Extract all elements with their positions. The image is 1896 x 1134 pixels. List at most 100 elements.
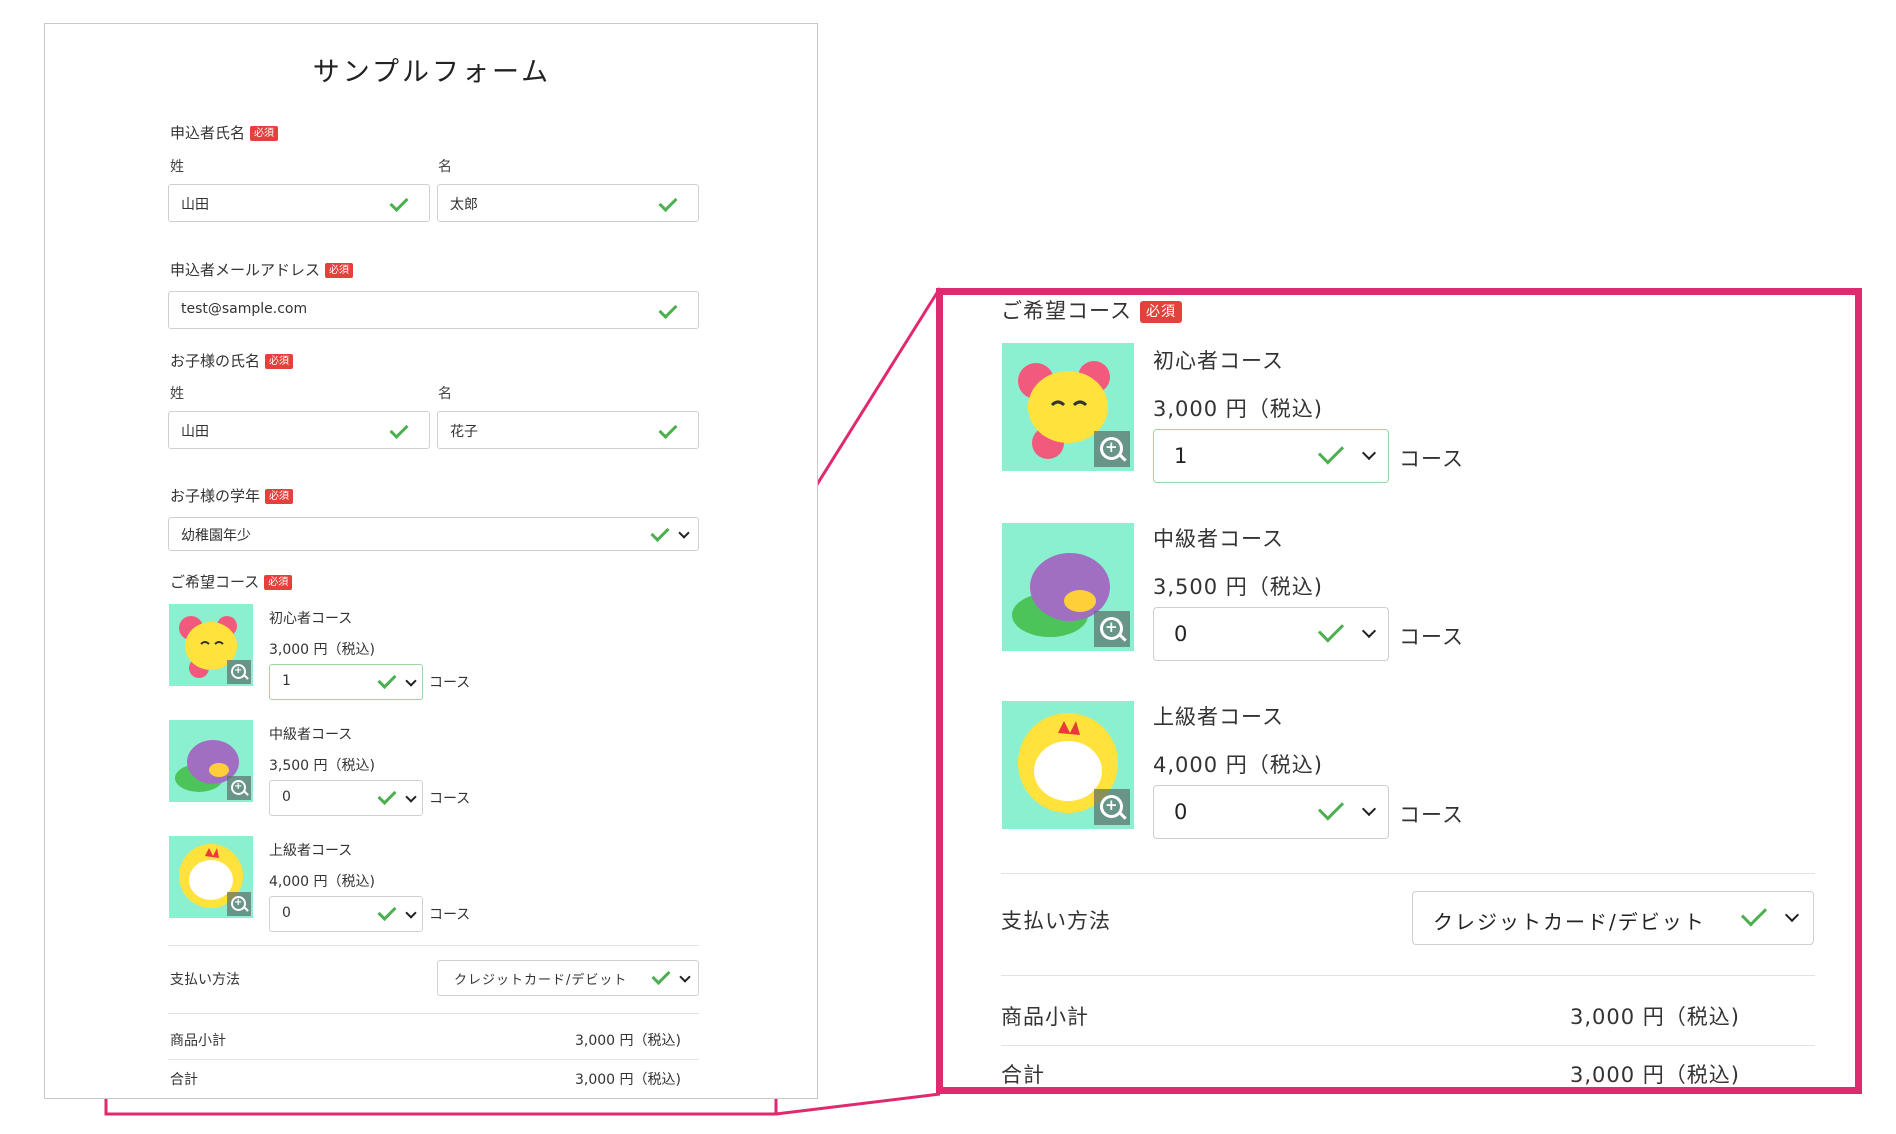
chevron-down-icon: [1361, 801, 1377, 817]
check-icon: [377, 669, 397, 690]
advanced-course-image[interactable]: +: [1002, 701, 1134, 829]
required-badge: 必須: [265, 489, 294, 504]
applicant-first-name-input[interactable]: 太郎: [437, 184, 699, 222]
check-icon: [658, 299, 678, 320]
child-name-label: お子様の氏名 必須: [170, 350, 294, 371]
check-icon: [1317, 438, 1345, 465]
chevron-down-icon: [678, 527, 690, 539]
select-value: 0: [1174, 800, 1188, 824]
course-price: 3,000 円（税込): [269, 642, 375, 658]
child-last-name-input[interactable]: 山田: [168, 411, 430, 449]
field-value: 山田: [181, 197, 209, 213]
divider: [168, 945, 699, 946]
course-name: 上級者コース: [1153, 705, 1284, 729]
course-unit: コース: [429, 791, 471, 807]
required-badge: 必須: [1139, 301, 1182, 323]
select-value: 1: [282, 673, 291, 689]
advanced-course-qty-select[interactable]: 0: [269, 896, 423, 932]
course-unit: コース: [429, 675, 471, 691]
intermediate-course-qty-select[interactable]: 0: [269, 780, 423, 816]
course-price: 3,000 円（税込): [1153, 397, 1323, 421]
applicant-email-input[interactable]: test@sample.com: [168, 291, 699, 329]
divider: [1001, 1045, 1815, 1046]
applicant-last-name-input[interactable]: 山田: [168, 184, 430, 222]
course-unit: コース: [1399, 803, 1464, 827]
course-name: 初心者コース: [1153, 349, 1284, 373]
check-icon: [377, 901, 397, 922]
check-icon: [1317, 794, 1345, 821]
zoom-in-icon[interactable]: +: [1094, 789, 1130, 825]
course-unit: コース: [1399, 447, 1464, 471]
select-value: 0: [1174, 622, 1188, 646]
chevron-down-icon: [1361, 445, 1377, 461]
check-icon: [389, 419, 409, 440]
zoom-in-icon[interactable]: +: [1094, 611, 1130, 647]
payment-label: 支払い方法: [170, 972, 240, 988]
chevron-down-icon: [1784, 907, 1800, 923]
subtotal-value: 3,000 円（税込): [1570, 1005, 1740, 1029]
check-icon: [389, 192, 409, 213]
zoom-in-icon[interactable]: +: [1094, 431, 1130, 467]
divider: [1001, 873, 1815, 874]
course-price: 3,500 円（税込): [1153, 575, 1323, 599]
check-icon: [658, 192, 678, 213]
check-icon: [650, 522, 670, 543]
divider: [168, 1013, 699, 1014]
zoomed-course-section: ご希望コース 必須 + 初心者コース 3,000 円（税込) 1 コース + 中級…: [936, 288, 1862, 1094]
advanced-course-qty-select[interactable]: 0: [1153, 785, 1389, 839]
applicant-email-label: 申込者メールアドレス 必須: [170, 259, 354, 280]
select-value: 0: [282, 905, 291, 921]
course-label: ご希望コース 必須: [170, 571, 293, 592]
total-value: 3,000 円（税込): [575, 1072, 681, 1088]
total-label: 合計: [1001, 1063, 1045, 1087]
sample-form: サンプルフォーム 申込者氏名 必須 姓 名 山田 太郎 申込者メールアドレス 必須 …: [44, 23, 818, 1099]
child-grade-label-text: お子様の学年: [170, 487, 261, 505]
child-name-label-text: お子様の氏名: [170, 352, 261, 370]
chevron-down-icon: [405, 907, 417, 919]
payment-method-select[interactable]: クレジットカード/デビット: [1412, 891, 1814, 945]
required-badge: 必須: [250, 126, 279, 141]
intermediate-course-image[interactable]: +: [169, 720, 253, 802]
child-first-name-input[interactable]: 花子: [437, 411, 699, 449]
check-icon: [1740, 900, 1768, 927]
total-label: 合計: [170, 1072, 198, 1088]
child-last-name-label: 姓: [170, 386, 184, 402]
field-value: 花子: [450, 424, 478, 440]
intermediate-course-qty-select[interactable]: 0: [1153, 607, 1389, 661]
first-name-label: 名: [438, 159, 452, 175]
beginner-course-qty-select[interactable]: 1: [1153, 429, 1389, 483]
beginner-course-image[interactable]: +: [1002, 343, 1134, 471]
course-name: 中級者コース: [269, 727, 353, 743]
divider: [168, 1059, 699, 1060]
zoom-in-icon[interactable]: +: [227, 660, 251, 684]
course-unit: コース: [1399, 625, 1464, 649]
beginner-course-qty-select[interactable]: 1: [269, 664, 423, 700]
total-value: 3,000 円（税込): [1570, 1063, 1740, 1087]
required-badge: 必須: [325, 263, 354, 278]
subtotal-label: 商品小計: [170, 1033, 226, 1049]
check-icon: [658, 419, 678, 440]
zoom-in-icon[interactable]: +: [227, 892, 251, 916]
check-icon: [651, 965, 671, 986]
child-grade-select[interactable]: 幼稚園年少: [168, 517, 699, 551]
course-price: 4,000 円（税込): [269, 874, 375, 890]
last-name-label: 姓: [170, 159, 184, 175]
select-value: 幼稚園年少: [181, 528, 251, 544]
form-title: サンプルフォーム: [312, 57, 552, 88]
select-value: 1: [1174, 444, 1188, 468]
advanced-course-image[interactable]: +: [169, 836, 253, 918]
chevron-down-icon: [405, 675, 417, 687]
intermediate-course-image[interactable]: +: [1002, 523, 1134, 651]
divider: [1001, 975, 1815, 976]
check-icon: [1317, 616, 1345, 643]
payment-method-select[interactable]: クレジットカード/デビット: [437, 960, 699, 996]
course-label-text: ご希望コース: [1001, 299, 1132, 323]
beginner-course-image[interactable]: +: [169, 604, 253, 686]
course-name: 初心者コース: [269, 611, 353, 627]
child-grade-label: お子様の学年 必須: [170, 485, 294, 506]
course-name: 中級者コース: [1153, 527, 1284, 551]
field-value: 太郎: [450, 197, 478, 213]
course-unit: コース: [429, 907, 471, 923]
zoom-in-icon[interactable]: +: [227, 776, 251, 800]
applicant-name-label: 申込者氏名 必須: [170, 122, 279, 143]
